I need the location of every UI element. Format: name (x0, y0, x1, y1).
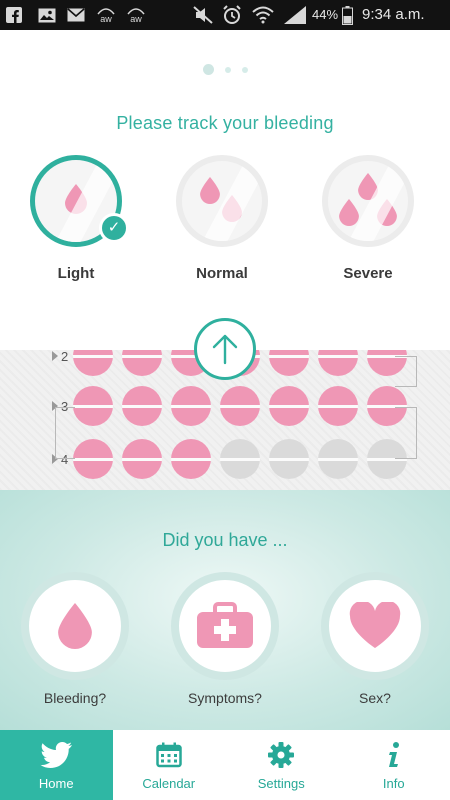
week-row-label: 2 (61, 350, 69, 364)
nav-info[interactable]: Info (338, 730, 450, 800)
facebook-icon (6, 6, 22, 24)
wifi-icon (252, 6, 274, 24)
question-label: Symptoms? (188, 690, 262, 706)
medical-kit-icon (197, 602, 253, 648)
drop-icon (339, 199, 359, 226)
pill-day-tracked[interactable] (269, 386, 309, 426)
option-circle (176, 155, 268, 247)
image-icon (38, 6, 56, 24)
mail-icon (67, 6, 85, 24)
question-circle (21, 572, 129, 680)
pill-day-tracked[interactable] (318, 386, 358, 426)
calendar-icon (156, 742, 182, 768)
nav-calendar[interactable]: Calendar (113, 730, 226, 800)
nav-settings[interactable]: Settings (225, 730, 338, 800)
question-circle (321, 572, 429, 680)
row-connector (55, 407, 75, 459)
signal-icon (284, 6, 306, 24)
scroll-up-button[interactable] (194, 318, 256, 380)
heart-icon (349, 602, 401, 648)
drop-icon (200, 177, 220, 204)
nav-label: Info (382, 776, 405, 791)
drop-icon (65, 184, 87, 214)
row-connector (395, 356, 417, 387)
option-label: Severe (343, 265, 393, 282)
pill-day-empty[interactable] (220, 439, 260, 479)
question-label: Bleeding? (43, 690, 107, 706)
sex-question-button[interactable]: Sex? (320, 572, 430, 706)
bleeding-question-button[interactable]: Bleeding? (20, 572, 130, 706)
track-title: Please track your bleeding (116, 113, 334, 133)
question-label: Sex? (359, 690, 391, 706)
aw-icon: aw (96, 6, 116, 24)
pill-day-tracked[interactable] (269, 350, 309, 376)
symptoms-question-button[interactable]: Symptoms? (170, 572, 280, 706)
pill-day-tracked[interactable] (122, 439, 162, 479)
bottom-navigation: Home Calendar Settings Info (0, 730, 450, 800)
battery-percent: 44% (312, 7, 339, 22)
info-icon (388, 742, 399, 767)
pill-day-tracked[interactable] (318, 350, 358, 376)
pill-day-empty[interactable] (269, 439, 309, 479)
mute-icon (193, 6, 213, 24)
pill-day-tracked[interactable] (171, 386, 211, 426)
nav-home[interactable]: Home (0, 730, 113, 800)
drop-icon (377, 199, 397, 226)
question-circle (171, 572, 279, 680)
drop-icon (58, 603, 92, 649)
pill-day-tracked[interactable] (73, 350, 113, 376)
nav-label: Calendar (142, 776, 196, 791)
status-bar: aw aw 44% 9:34 a.m. (0, 0, 450, 30)
clock: 9:34 a.m. (362, 6, 425, 23)
check-icon: ✓ (99, 213, 129, 243)
aw-icon: aw (126, 6, 146, 24)
pill-day-tracked[interactable] (220, 386, 260, 426)
page-dot-active (202, 64, 214, 75)
page-dot (241, 66, 248, 73)
option-circle (322, 155, 414, 247)
option-label: Light (57, 265, 95, 282)
page-indicator (0, 64, 450, 75)
pill-day-tracked[interactable] (122, 350, 162, 376)
pill-day-tracked[interactable] (73, 386, 113, 426)
page-dot (224, 66, 231, 73)
option-label: Normal (196, 265, 248, 282)
row-arrow-icon (52, 351, 58, 361)
drop-icon (222, 195, 242, 222)
bird-icon (40, 742, 73, 768)
drop-icon (358, 173, 378, 200)
bleeding-option-normal[interactable]: Normal (174, 155, 270, 282)
nav-label: Settings (257, 776, 305, 791)
pill-day-tracked[interactable] (122, 386, 162, 426)
gear-icon (268, 742, 295, 768)
pill-day-tracked[interactable] (73, 439, 113, 479)
arrow-up-icon (212, 334, 238, 365)
alarm-icon (222, 5, 242, 24)
did-you-have-title: Did you have ... (162, 530, 288, 550)
row-connector (395, 407, 417, 459)
bleeding-option-severe[interactable]: Severe (320, 155, 416, 282)
battery-icon (341, 5, 353, 25)
pill-day-empty[interactable] (318, 439, 358, 479)
pill-day-tracked[interactable] (171, 439, 211, 479)
nav-label: Home (38, 776, 74, 791)
